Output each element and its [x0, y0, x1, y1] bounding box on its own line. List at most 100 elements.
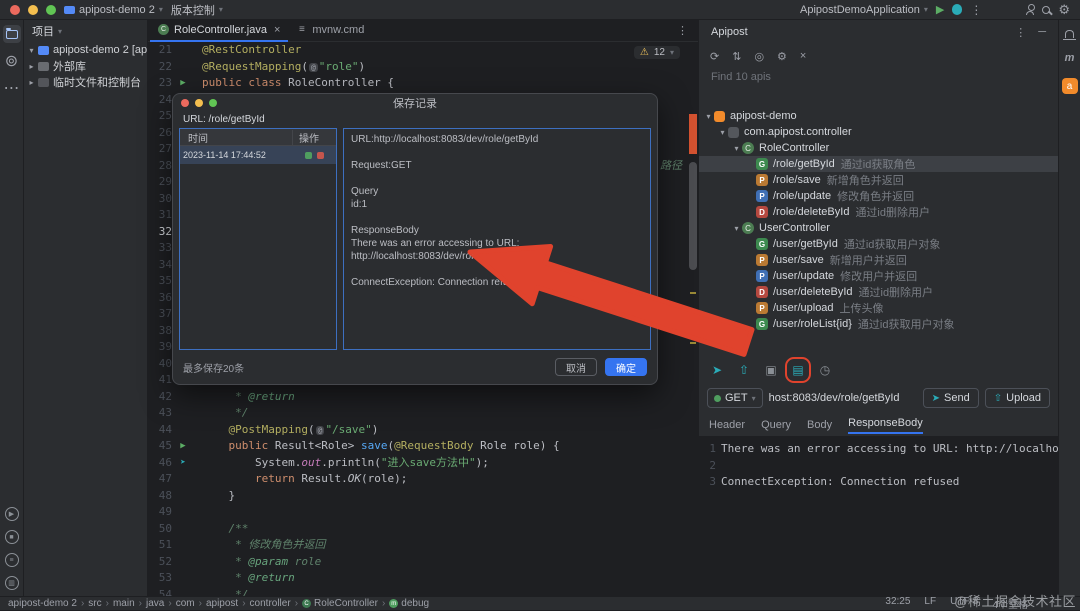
- settings-gear-icon[interactable]: ⚙: [1058, 3, 1070, 16]
- record-send-icon[interactable]: [305, 152, 312, 159]
- record-row[interactable]: 2023-11-14 17:44:52: [180, 146, 336, 164]
- project-panel-header[interactable]: 项目 ▾: [24, 20, 147, 42]
- breadcrumb-item[interactable]: main: [113, 598, 135, 609]
- cancel-button[interactable]: 取消: [555, 358, 597, 376]
- code-line[interactable]: System.out.println("进入save方法中");: [198, 455, 698, 472]
- commit-tool-icon[interactable]: ⊚: [3, 52, 21, 70]
- breadcrumb-item[interactable]: apipost: [206, 598, 238, 609]
- api-tree-item[interactable]: ▾CUserController: [699, 220, 1058, 236]
- run-gutter-icon[interactable]: ▶: [172, 438, 194, 455]
- breadcrumb-item[interactable]: java: [146, 598, 164, 609]
- code-line[interactable]: * @return: [198, 389, 698, 406]
- code-line[interactable]: @PostMapping(@"/save"): [198, 422, 698, 439]
- breadcrumb-item[interactable]: apipost-demo 2: [8, 598, 77, 609]
- chevron-icon[interactable]: ▾: [731, 224, 742, 233]
- breadcrumb-item[interactable]: src: [88, 598, 101, 609]
- method-select[interactable]: GET ▾: [707, 388, 763, 408]
- api-tree-item[interactable]: D/user/deleteById通过id删除用户: [699, 284, 1058, 300]
- api-tree-item[interactable]: P/user/upload上传头像: [699, 300, 1058, 316]
- refresh-icon[interactable]: ⟳: [710, 50, 719, 63]
- api-tree-item[interactable]: P/user/update修改用户并返回: [699, 268, 1058, 284]
- upload-api-icon[interactable]: ⇧: [735, 361, 753, 379]
- code-line[interactable]: @RestController: [198, 42, 698, 59]
- project-tool-icon[interactable]: [3, 25, 21, 43]
- breadcrumb-item[interactable]: controller: [250, 598, 291, 609]
- code-line[interactable]: @RequestMapping(@"role"): [198, 59, 698, 76]
- inspections-widget[interactable]: ⚠ 12 ▾: [634, 46, 680, 59]
- more-tools-icon[interactable]: ⋯: [3, 79, 21, 97]
- panel-options-icon[interactable]: ⋮: [1015, 26, 1026, 39]
- close-tab-icon[interactable]: ×: [274, 24, 280, 36]
- more-options-icon[interactable]: ⋮: [970, 3, 982, 17]
- api-tree-item[interactable]: G/role/getById通过id获取角色: [699, 156, 1058, 172]
- run-button[interactable]: ▶: [936, 3, 944, 16]
- status-item[interactable]: LF: [924, 596, 936, 611]
- panel-hide-icon[interactable]: ─: [1038, 26, 1046, 39]
- window-zoom-button[interactable]: [46, 5, 56, 15]
- api-tree-item[interactable]: P/role/save新增角色并返回: [699, 172, 1058, 188]
- api-tree-item[interactable]: P/user/save新增用户并返回: [699, 252, 1058, 268]
- locate-icon[interactable]: ◎: [754, 50, 764, 63]
- editor-tab[interactable]: CRoleController.java×: [150, 20, 288, 42]
- breadcrumb-item[interactable]: com: [176, 598, 195, 609]
- window-close-button[interactable]: [10, 5, 20, 15]
- code-line[interactable]: public Result<Role> save(@RequestBody Ro…: [198, 438, 698, 455]
- response-area[interactable]: 123 There was an error accessing to URL:…: [699, 436, 1058, 596]
- code-line[interactable]: public class RoleController {: [198, 75, 698, 92]
- run-gutter-icon[interactable]: ▶: [172, 75, 194, 92]
- api-tree-item[interactable]: G/user/getById通过id获取用户对象: [699, 236, 1058, 252]
- project-tree-item[interactable]: ▸外部库: [24, 58, 147, 74]
- vcs-menu[interactable]: 版本控制 ▾: [171, 2, 223, 18]
- project-tree-item[interactable]: ▾apipost-demo 2 [ap: [24, 42, 147, 58]
- terminal-tool-icon[interactable]: ▥: [5, 576, 19, 590]
- project-selector[interactable]: apipost-demo 2 ▾: [64, 4, 163, 16]
- api-search-input[interactable]: Find 10 apis: [699, 68, 1058, 86]
- editor-tab[interactable]: ≡mvnw.cmd: [288, 20, 372, 42]
- history-icon[interactable]: ◷: [816, 361, 834, 379]
- breadcrumb-item[interactable]: CRoleController: [302, 598, 378, 609]
- chevron-icon[interactable]: ▾: [703, 112, 714, 121]
- tab-responsebody[interactable]: ResponseBody: [848, 417, 923, 434]
- maven-tool-icon[interactable]: m: [1065, 52, 1075, 64]
- chevron-icon[interactable]: ▾: [26, 46, 37, 55]
- api-tree-item[interactable]: ▾com.apipost.controller: [699, 124, 1058, 140]
- window-minimize-button[interactable]: [28, 5, 38, 15]
- sort-icon[interactable]: ⇅: [732, 50, 741, 63]
- code-line[interactable]: return Result.OK(role);: [198, 471, 698, 488]
- api-gutter-icon[interactable]: ➤: [172, 455, 194, 472]
- chevron-icon[interactable]: ▸: [26, 62, 37, 71]
- send-request-icon[interactable]: ➤: [708, 361, 726, 379]
- breadcrumb-item[interactable]: mdebug: [389, 598, 429, 609]
- stop-tool-icon[interactable]: ■: [5, 530, 19, 544]
- code-line[interactable]: /**: [198, 521, 698, 538]
- status-item[interactable]: 32:25: [885, 596, 910, 611]
- url-input[interactable]: host:8083/dev/role/getById: [769, 392, 917, 404]
- send-button[interactable]: ➤ Send: [923, 388, 979, 408]
- search-icon[interactable]: [1042, 6, 1050, 14]
- api-tree-item[interactable]: ▾CRoleController: [699, 140, 1058, 156]
- settings-icon[interactable]: ⚙: [777, 50, 787, 63]
- ok-button[interactable]: 确定: [605, 358, 647, 376]
- apipost-tool-icon[interactable]: a: [1062, 78, 1078, 94]
- image-icon[interactable]: ▣: [762, 361, 780, 379]
- project-tree-item[interactable]: ▸临时文件和控制台: [24, 74, 147, 90]
- run-config-selector[interactable]: ApipostDemoApplication ▾: [800, 4, 928, 16]
- dialog-zoom-button[interactable]: [209, 99, 217, 107]
- scrollbar-thumb[interactable]: [689, 162, 697, 270]
- code-line[interactable]: * @param role: [198, 554, 698, 571]
- code-line[interactable]: * @return: [198, 570, 698, 587]
- api-tree-item[interactable]: D/role/deleteById通过id删除用户: [699, 204, 1058, 220]
- upload-button[interactable]: ⇧ Upload: [985, 388, 1050, 408]
- profile-icon[interactable]: [1026, 11, 1034, 15]
- api-tree-item[interactable]: G/user/roleList{id}通过id获取用户对象: [699, 316, 1058, 332]
- chevron-icon[interactable]: ▾: [731, 144, 742, 153]
- tab-options-icon[interactable]: ⋮: [677, 24, 698, 37]
- todo-tool-icon[interactable]: ≡: [5, 553, 19, 567]
- close-icon[interactable]: ×: [800, 50, 806, 62]
- save-record-icon[interactable]: ▤: [789, 361, 807, 379]
- chevron-icon[interactable]: ▾: [717, 128, 728, 137]
- code-line[interactable]: [198, 504, 698, 521]
- tab-query[interactable]: Query: [761, 419, 791, 434]
- debug-icon[interactable]: [952, 4, 962, 15]
- api-tree-item[interactable]: P/role/update修改角色并返回: [699, 188, 1058, 204]
